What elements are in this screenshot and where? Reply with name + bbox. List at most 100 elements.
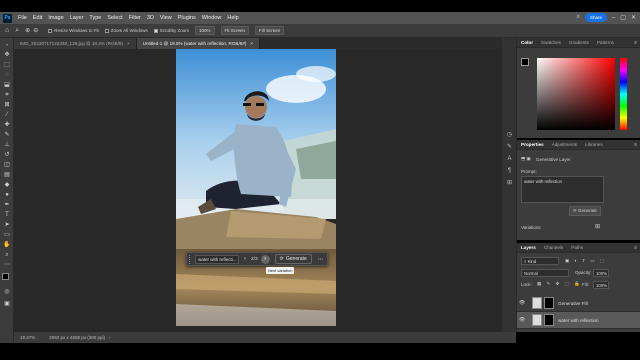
object-selection-tool-icon[interactable]: ⬓ xyxy=(3,81,11,89)
history-brush-tool-icon[interactable]: ↺ xyxy=(3,151,11,159)
panel-collapse-icon[interactable]: » xyxy=(3,41,11,49)
tab-channels[interactable]: Channels xyxy=(540,245,567,250)
minimize-icon[interactable]: – xyxy=(612,15,615,21)
fill-input[interactable]: 100% xyxy=(593,281,609,289)
layer-mask-thumbnail[interactable] xyxy=(544,314,554,326)
hue-slider[interactable] xyxy=(620,58,627,130)
tab-patterns[interactable]: Patterns xyxy=(593,40,618,45)
dodge-tool-icon[interactable]: ● xyxy=(3,191,11,199)
menu-edit[interactable]: Edit xyxy=(30,15,45,21)
grid-view-icon[interactable]: ⊞ xyxy=(595,223,600,230)
panel-menu-icon[interactable]: ≡ xyxy=(634,142,637,148)
quick-mask-icon[interactable]: ◎ xyxy=(3,288,11,296)
lock-icons[interactable]: ▦ ✎ ✥ ⬚ 🔒 xyxy=(537,281,582,287)
menu-plugins[interactable]: Plugins xyxy=(175,15,199,21)
brush-tool-icon[interactable]: ✎ xyxy=(3,131,11,139)
menu-file[interactable]: File xyxy=(15,15,30,21)
paragraph-icon[interactable]: ¶ xyxy=(506,168,513,175)
zoom-out-icon[interactable]: ⊖ xyxy=(33,27,38,34)
foreground-color-swatch[interactable] xyxy=(2,273,9,280)
menu-select[interactable]: Select xyxy=(104,15,125,21)
opacity-input[interactable]: 100% xyxy=(593,269,609,277)
move-tool-icon[interactable]: ✥ xyxy=(3,51,11,59)
next-variation-icon[interactable]: › xyxy=(260,254,270,264)
panel-menu-icon[interactable]: ≡ xyxy=(634,245,637,251)
type-tool-icon[interactable]: T xyxy=(3,211,11,219)
menu-image[interactable]: Image xyxy=(45,15,66,21)
drag-handle[interactable] xyxy=(189,254,192,264)
rectangle-tool-icon[interactable]: ▭ xyxy=(3,231,11,239)
previous-variation-icon[interactable]: ‹ xyxy=(244,256,246,262)
blur-tool-icon[interactable]: ◆ xyxy=(3,181,11,189)
character-icon[interactable]: A xyxy=(506,156,513,163)
maximize-icon[interactable]: ▢ xyxy=(620,14,626,21)
zoom-tool-icon[interactable]: ⌕ xyxy=(15,27,19,35)
glyphs-icon[interactable]: ⊞ xyxy=(506,180,513,187)
eraser-tool-icon[interactable]: ◫ xyxy=(3,161,11,169)
more-options-icon[interactable]: ⋯ xyxy=(318,256,324,263)
resize-windows-checkbox[interactable] xyxy=(48,28,53,33)
menu-view[interactable]: View xyxy=(157,15,175,21)
color-field[interactable] xyxy=(537,58,615,130)
tab-gradients[interactable]: Gradients xyxy=(565,40,593,45)
tab-libraries[interactable]: Libraries xyxy=(581,142,607,147)
hand-tool-icon[interactable]: ✋ xyxy=(3,241,11,249)
fit-screen-button[interactable]: Fit Screen xyxy=(220,26,250,35)
lasso-tool-icon[interactable]: ◌ xyxy=(3,71,11,79)
pen-tool-icon[interactable]: ✒ xyxy=(3,201,11,209)
layer-filter-select[interactable]: ⌕ Kind xyxy=(521,257,559,265)
layer-mask-thumbnail[interactable] xyxy=(544,297,554,309)
prompt-textarea[interactable]: water with reflection xyxy=(521,176,604,203)
foreground-swatch[interactable] xyxy=(521,58,529,66)
tab-close-icon[interactable]: × xyxy=(250,41,253,46)
menu-type[interactable]: Type xyxy=(86,15,104,21)
fill-screen-button[interactable]: Fill Screen xyxy=(255,26,285,35)
tab-img-document[interactable]: IMG_20230717122338_129.jpg @ 18.4% (RGB/… xyxy=(14,38,137,49)
layer-row[interactable]: 👁 Generative Fill xyxy=(517,295,640,312)
history-icon[interactable]: ◷ xyxy=(506,132,513,139)
brush-settings-icon[interactable]: ✎ xyxy=(506,144,513,151)
frame-tool-icon[interactable]: ⊠ xyxy=(3,101,11,109)
prompt-input[interactable]: water with reflecti... xyxy=(195,254,239,264)
properties-generate-button[interactable]: ⟳ Generate xyxy=(569,206,601,216)
scrubby-zoom-checkbox[interactable] xyxy=(153,28,158,33)
search-icon[interactable]: ⌕ xyxy=(577,14,580,21)
zoom-level[interactable]: 18.47% xyxy=(20,335,35,340)
tab-properties[interactable]: Properties xyxy=(517,142,548,147)
menu-help[interactable]: Help xyxy=(224,15,241,21)
tab-adjustments[interactable]: Adjustments xyxy=(548,142,581,147)
document-image[interactable] xyxy=(176,49,336,326)
menu-filter[interactable]: Filter xyxy=(126,15,144,21)
visibility-eye-icon[interactable]: 👁 xyxy=(517,317,527,323)
close-icon[interactable]: ✕ xyxy=(631,14,636,21)
panel-menu-icon[interactable]: ≡ xyxy=(634,40,637,46)
eyedropper-tool-icon[interactable]: ⁄ xyxy=(3,111,11,119)
zoom-in-icon[interactable]: ⊕ xyxy=(25,27,30,34)
info-arrow-icon[interactable]: › xyxy=(109,335,111,340)
share-button[interactable]: Share xyxy=(584,13,607,22)
screen-mode-icon[interactable]: ▣ xyxy=(3,300,11,308)
tab-layers[interactable]: Layers xyxy=(517,245,540,250)
zoom-all-checkbox[interactable] xyxy=(104,28,109,33)
blend-mode-select[interactable]: Normal xyxy=(521,269,569,277)
zoom-tool-side-icon[interactable]: ⌕ xyxy=(3,251,11,259)
layer-filter-icons[interactable]: ▣ ◐ T ▭ ⬚ xyxy=(565,258,606,264)
generate-button[interactable]: ⟳ Generate xyxy=(274,254,312,264)
tab-untitled-document[interactable]: Untitled-1 @ 18.5% (water with reflectio… xyxy=(136,38,261,49)
tab-close-icon[interactable]: × xyxy=(127,41,130,46)
tab-color[interactable]: Color xyxy=(517,40,537,45)
marquee-tool-icon[interactable]: ⬚ xyxy=(3,61,11,69)
tab-paths[interactable]: Paths xyxy=(567,245,587,250)
home-icon[interactable]: ⌂ xyxy=(5,27,9,34)
menu-layer[interactable]: Layer xyxy=(67,15,87,21)
zoom-100-button[interactable]: 100% xyxy=(195,26,215,35)
gradient-tool-icon[interactable]: ▤ xyxy=(3,171,11,179)
layer-row-selected[interactable]: 👁 water with reflection xyxy=(517,312,640,329)
crop-tool-icon[interactable]: ⌗ xyxy=(3,91,11,99)
healing-brush-tool-icon[interactable]: ✚ xyxy=(3,121,11,129)
clone-stamp-tool-icon[interactable]: ⊥ xyxy=(3,141,11,149)
edit-toolbar-icon[interactable]: ⋯ xyxy=(3,261,11,269)
tab-swatches[interactable]: Swatches xyxy=(537,40,565,45)
menu-window[interactable]: Window xyxy=(199,15,225,21)
visibility-eye-icon[interactable]: 👁 xyxy=(517,300,527,306)
